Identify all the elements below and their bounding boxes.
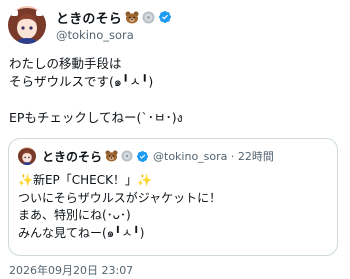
quoted-display-name: ときのそら xyxy=(42,149,103,164)
author-names: ときのそら @tokino_sora xyxy=(56,8,172,42)
silver-disc-emoji-icon xyxy=(121,150,133,162)
quoted-line: みんな見てねー(๑╹ㅅ╹) xyxy=(18,225,145,240)
quoted-separator: · xyxy=(230,150,235,163)
tweet-header: ときのそら @tokino_sora xyxy=(8,6,172,44)
avatar-image xyxy=(8,6,46,44)
verified-badge-icon xyxy=(136,150,149,163)
quoted-handle: @tokino_sora xyxy=(153,150,228,163)
author-handle[interactable]: @tokino_sora xyxy=(56,28,172,42)
tweet-text: わたしの移動手段は そらザウルスです(๑╹ㅅ╹) EPもチェックしてねー(`･ㅂ… xyxy=(9,55,183,127)
quoted-handle-time: @tokino_sora · 22時間 xyxy=(153,148,274,164)
quoted-tweet-header: ときのそら @tokino_sora · 22時間 xyxy=(18,147,274,165)
bear-face-emoji-icon xyxy=(105,150,118,162)
quoted-tweet[interactable]: ときのそら @tokino_sora · 22時間 ✨新EP「CHECK！」✨ … xyxy=(8,138,338,256)
silver-disc-emoji-icon xyxy=(142,11,155,24)
quoted-time-ago[interactable]: 22時間 xyxy=(238,150,274,163)
tweet-line: わたしの移動手段は xyxy=(9,56,122,71)
author-display-name[interactable]: ときのそら xyxy=(56,8,122,27)
author-name-row: ときのそら xyxy=(56,8,172,27)
bear-face-emoji-icon xyxy=(125,11,139,24)
tweet-line: そらザウルスです(๑╹ㅅ╹) xyxy=(9,74,154,89)
verified-badge-icon xyxy=(158,10,172,24)
avatar[interactable] xyxy=(8,6,46,44)
quoted-line: ついにそらザウルスがジャケットに！ xyxy=(18,190,222,205)
tweet-timestamp[interactable]: 2026年09月20日 23:07 xyxy=(9,262,133,278)
quoted-avatar xyxy=(18,147,36,165)
quoted-line: ✨新EP「CHECK！」✨ xyxy=(18,173,152,187)
quoted-tweet-text: ✨新EP「CHECK！」✨ ついにそらザウルスがジャケットに！ まあ、特別にね(… xyxy=(18,172,221,242)
tweet-line: EPもチェックしてねー(`･ㅂ･)ง xyxy=(9,110,183,125)
quoted-avatar-image xyxy=(18,147,36,165)
quoted-line: まあ、特別にね(･ᴗ･) xyxy=(18,208,131,222)
tweet-card: ときのそら @tokino_sora わたしの移動手段は そらザウルスです(๑╹… xyxy=(0,0,350,279)
